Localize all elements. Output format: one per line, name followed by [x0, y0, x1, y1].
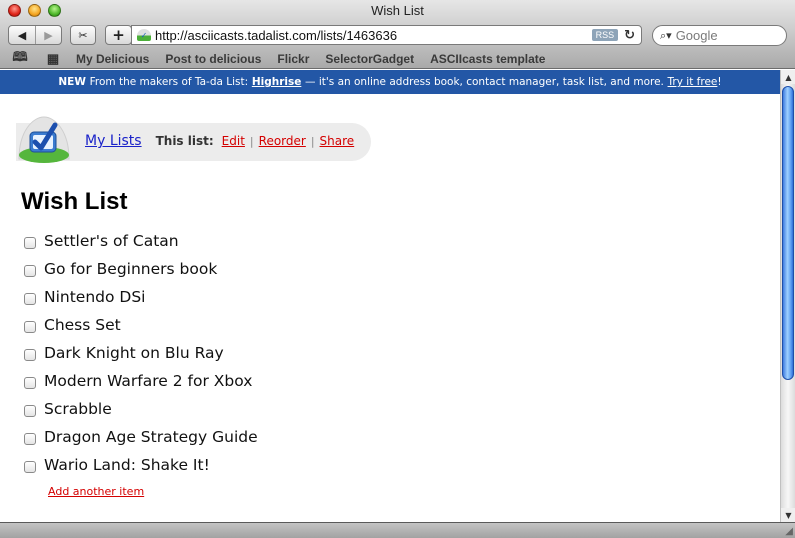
- url-text[interactable]: http://asciicasts.tadalist.com/lists/146…: [155, 28, 592, 43]
- item-label: Nintendo DSi: [44, 288, 146, 306]
- list-nav-links: My Lists This list: Edit | Reorder | Sha…: [85, 133, 354, 149]
- forward-button[interactable]: ▶: [34, 26, 61, 44]
- search-icon[interactable]: ⌕▾: [660, 29, 672, 43]
- scissors-icon: ✂: [78, 28, 88, 42]
- page-title: Wish List: [21, 188, 128, 215]
- back-arrow-icon: ◀: [17, 28, 27, 42]
- rss-button[interactable]: RSS: [591, 29, 619, 41]
- add-bookmark-button[interactable]: +: [105, 25, 132, 45]
- browser-chrome: Wish List ◀ ▶ ✂ + ✓ http://asciicasts.ta…: [0, 0, 795, 69]
- wish-list-items: Settler's of Catan Go for Beginners book…: [24, 227, 258, 479]
- back-forward-buttons: ◀ ▶: [8, 25, 62, 45]
- promo-text-middle: — it's an online address book, contact m…: [305, 76, 664, 88]
- search-input[interactable]: [675, 28, 771, 43]
- item-checkbox[interactable]: [24, 236, 36, 249]
- site-favicon-icon: ✓: [137, 29, 151, 41]
- reorder-link[interactable]: Reorder: [259, 134, 306, 148]
- item-label: Modern Warfare 2 for Xbox: [44, 372, 253, 390]
- bookmarks-book-icon[interactable]: 🕮: [10, 48, 30, 70]
- item-label: Wario Land: Shake It!: [44, 456, 210, 474]
- add-another-item-link[interactable]: Add another item: [48, 485, 144, 498]
- promo-new-label: NEW: [58, 76, 86, 88]
- search-field[interactable]: ⌕▾: [652, 25, 787, 46]
- item-checkbox[interactable]: [24, 404, 36, 417]
- promo-text-end: !: [717, 76, 722, 88]
- item-checkbox[interactable]: [24, 348, 36, 361]
- plus-icon: +: [112, 26, 125, 44]
- bookmark-asciicasts-template[interactable]: ASCIIcasts template: [430, 52, 545, 66]
- separator: |: [310, 135, 315, 148]
- bookmark-flickr[interactable]: Flickr: [277, 52, 309, 66]
- item-label: Dragon Age Strategy Guide: [44, 428, 258, 446]
- item-label: Scrabble: [44, 400, 112, 418]
- my-lists-link[interactable]: My Lists: [85, 133, 142, 149]
- address-bar[interactable]: ✓ http://asciicasts.tadalist.com/lists/1…: [131, 25, 642, 45]
- reload-icon[interactable]: ↻: [624, 28, 635, 43]
- top-sites-grid-icon[interactable]: ▦: [43, 51, 63, 67]
- item-checkbox[interactable]: [24, 264, 36, 277]
- back-button[interactable]: ◀: [9, 26, 35, 44]
- bookmark-my-delicious[interactable]: My Delicious: [76, 52, 149, 66]
- list-item: Modern Warfare 2 for Xbox: [24, 367, 258, 395]
- forward-arrow-icon: ▶: [44, 28, 53, 42]
- highrise-link[interactable]: Highrise: [252, 76, 302, 88]
- item-checkbox[interactable]: [24, 376, 36, 389]
- page-viewport: NEW From the makers of Ta-da List: Highr…: [0, 70, 780, 522]
- scroll-down-icon[interactable]: ▼: [781, 508, 795, 522]
- try-it-free-link[interactable]: Try it free: [668, 76, 718, 88]
- scroll-up-icon[interactable]: ▲: [781, 70, 795, 84]
- list-item: Chess Set: [24, 311, 258, 339]
- item-label: Settler's of Catan: [44, 232, 179, 250]
- this-list-label: This list:: [155, 134, 214, 148]
- share-link[interactable]: Share: [320, 134, 355, 148]
- edit-link[interactable]: Edit: [222, 134, 245, 148]
- item-checkbox[interactable]: [24, 320, 36, 333]
- separator: |: [249, 135, 254, 148]
- item-label: Chess Set: [44, 316, 121, 334]
- scrollbar-thumb[interactable]: [782, 86, 794, 380]
- list-item: Dragon Age Strategy Guide: [24, 423, 258, 451]
- item-label: Dark Knight on Blu Ray: [44, 344, 224, 362]
- item-checkbox[interactable]: [24, 460, 36, 473]
- tadalist-logo-icon[interactable]: [15, 115, 73, 165]
- item-checkbox[interactable]: [24, 292, 36, 305]
- list-item: Dark Knight on Blu Ray: [24, 339, 258, 367]
- item-label: Go for Beginners book: [44, 260, 218, 278]
- bookmarks-bar: 🕮 ▦ My Delicious Post to delicious Flick…: [10, 48, 561, 70]
- bookmark-selectorgadget[interactable]: SelectorGadget: [325, 52, 414, 66]
- bookmark-post-to-delicious[interactable]: Post to delicious: [165, 52, 261, 66]
- promo-text-before: From the makers of Ta-da List:: [89, 76, 249, 88]
- item-checkbox[interactable]: [24, 432, 36, 445]
- list-item: Nintendo DSi: [24, 283, 258, 311]
- list-item: Wario Land: Shake It!: [24, 451, 258, 479]
- list-item: Settler's of Catan: [24, 227, 258, 255]
- window-title: Wish List: [371, 3, 424, 18]
- vertical-scrollbar[interactable]: ▲ ▼: [780, 70, 795, 522]
- resize-grip-icon[interactable]: ◢: [785, 526, 793, 537]
- promo-banner: NEW From the makers of Ta-da List: Highr…: [0, 70, 780, 94]
- snip-button[interactable]: ✂: [70, 25, 96, 45]
- status-bar: ◢: [0, 522, 795, 538]
- list-item: Go for Beginners book: [24, 255, 258, 283]
- list-item: Scrabble: [24, 395, 258, 423]
